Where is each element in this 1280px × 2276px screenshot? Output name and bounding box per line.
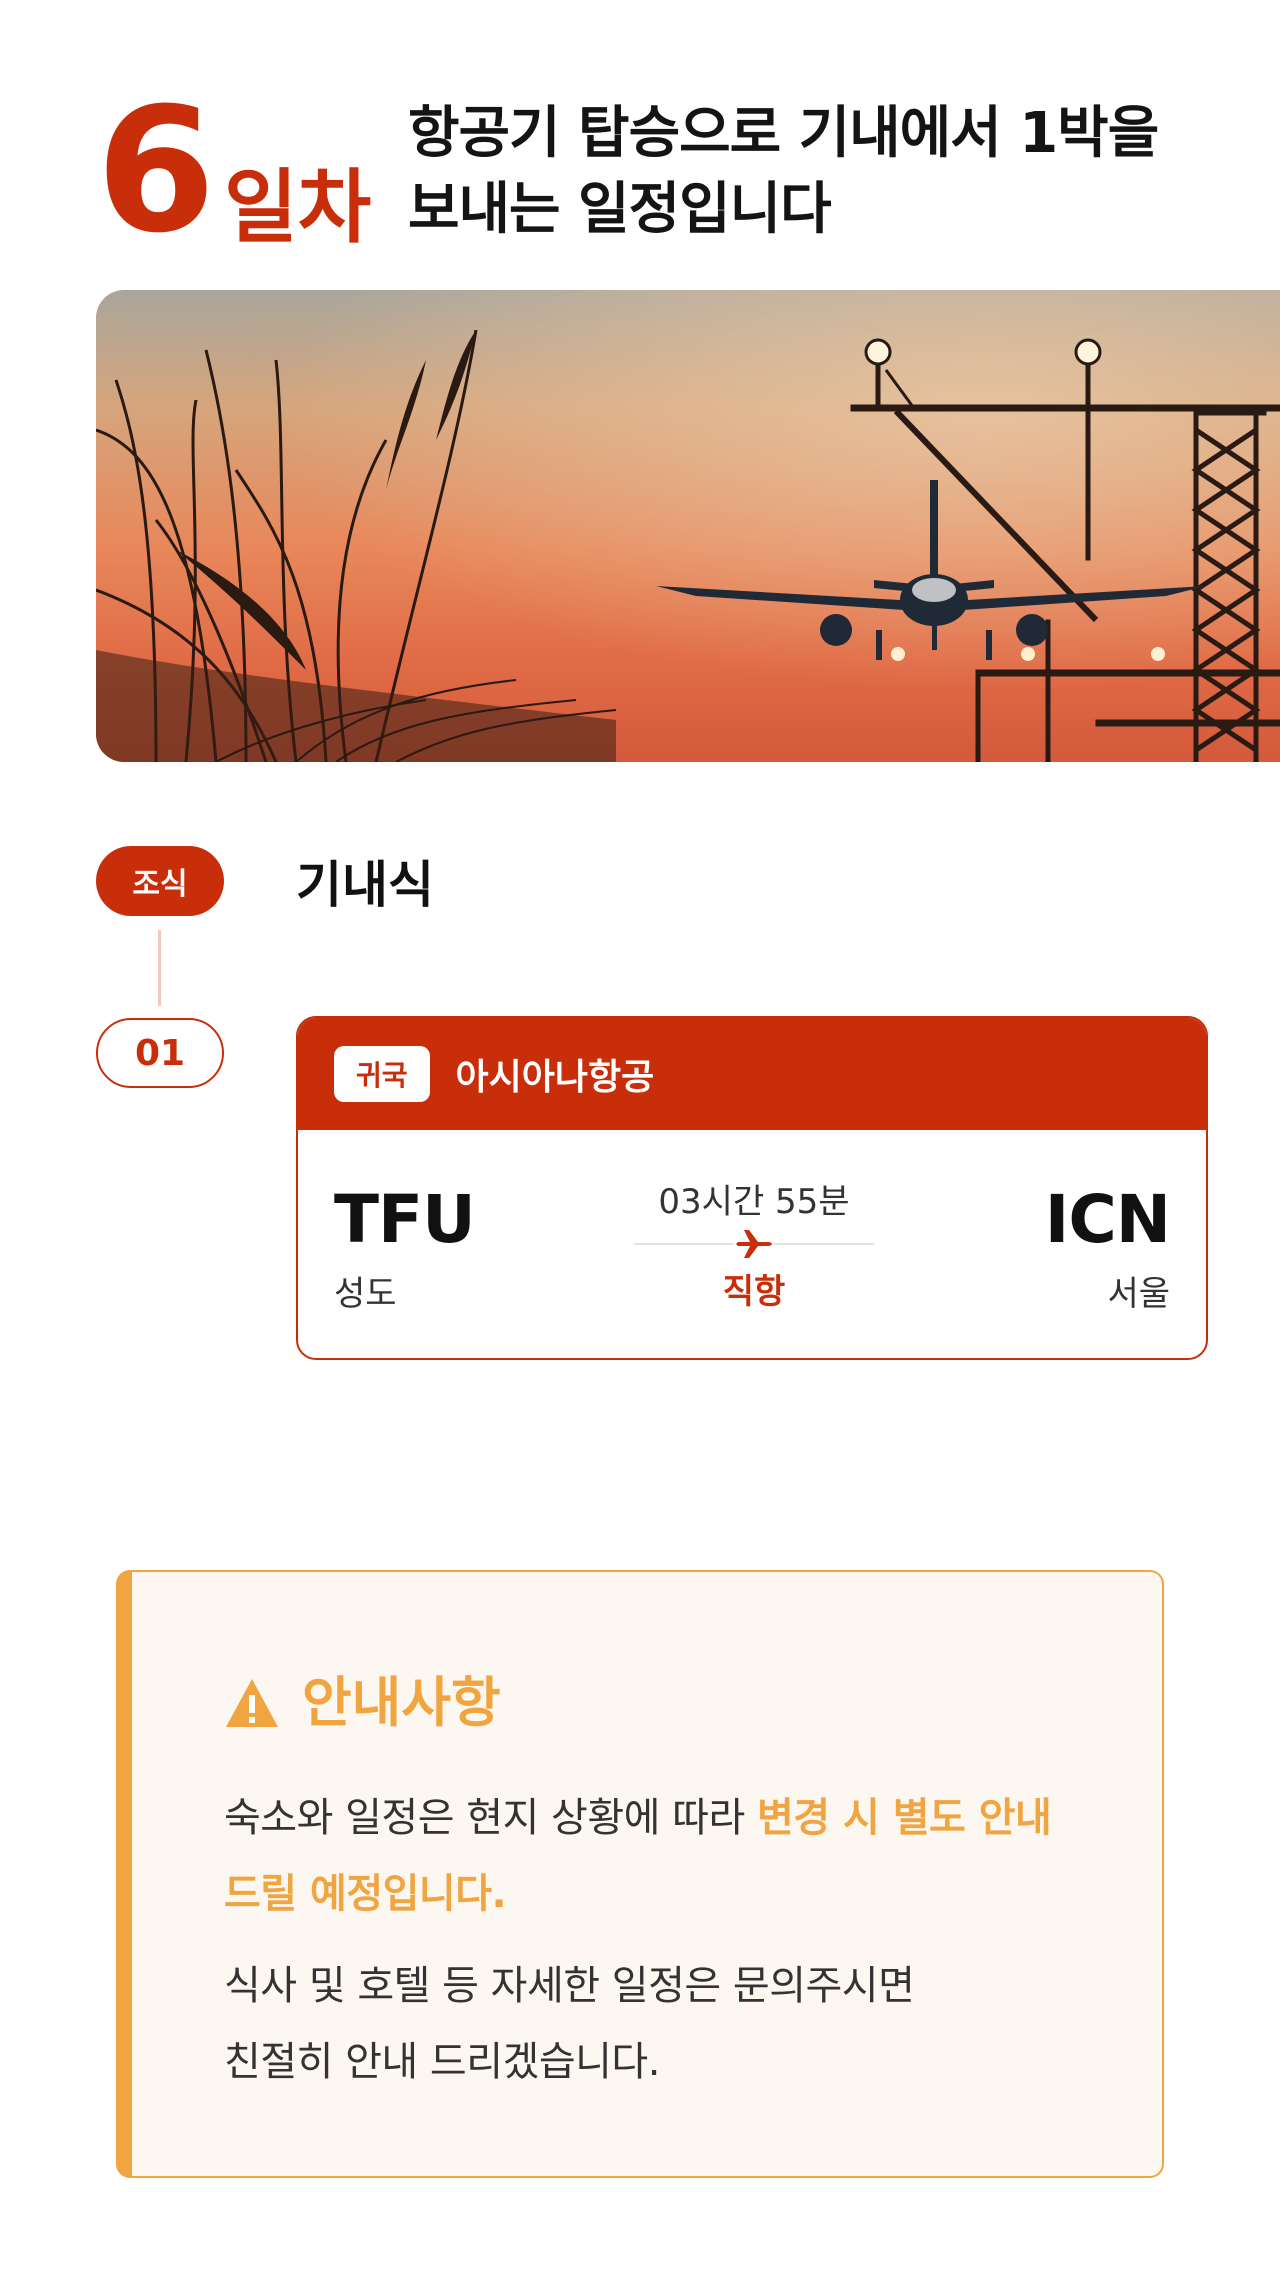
notice-line: 식사 및 호텔 등 자세한 일정은 문의주시면: [224, 1963, 915, 2009]
notice-line: 친절히 안내 드리겠습니다.: [224, 2039, 660, 2085]
flight-duration: 03시간 55분: [658, 1182, 850, 1222]
step-badge: 01: [96, 1018, 224, 1088]
arrival-city: 서울: [1107, 1274, 1170, 1314]
timeline-connector: [158, 930, 161, 1006]
notice-box: 안내사항 숙소와 일정은 현지 상황에 따라 변경 시 별도 안내 드릴 예정입…: [116, 1570, 1164, 2178]
airline-name: 아시아나항공: [455, 1057, 655, 1098]
notice-paragraph-1: 숙소와 일정은 현지 상황에 따라 변경 시 별도 안내 드릴 예정입니다.: [224, 1780, 1084, 1932]
departure-city: 성도: [334, 1274, 397, 1314]
notice-paragraph-2: 식사 및 호텔 등 자세한 일정은 문의주시면 친절히 안내 드리겠습니다.: [224, 1948, 1084, 2100]
day-suffix: 일차: [224, 161, 372, 254]
airplane-sunset-photo: [96, 290, 1280, 762]
notice-title-row: 안내사항: [224, 1668, 501, 1738]
arrival-code: ICN: [1044, 1181, 1171, 1258]
day-6-itinerary-page: 6 일차 항공기 탑승으로 기내에서 1박을 보내는 일정입니다 조식 기내식 …: [0, 0, 1280, 2276]
day-description: 항공기 탑승으로 기내에서 1박을 보내는 일정입니다: [408, 96, 1208, 248]
flight-card[interactable]: 귀국 아시아나항공 TFU 성도 03시간 55분 직항 ICN 서울: [296, 1016, 1208, 1360]
notice-title: 안내사항: [302, 1671, 501, 1734]
hero-image: [96, 290, 1280, 762]
airplane-icon: [734, 1224, 774, 1264]
day-description-line-1: 항공기 탑승으로 기내에서 1박을: [408, 101, 1159, 166]
flight-type: 직항: [722, 1272, 786, 1312]
return-tag: 귀국: [334, 1046, 430, 1102]
meal-title: 기내식: [296, 856, 434, 914]
warning-icon: [224, 1677, 280, 1729]
notice-text: 숙소와 일정은 현지 상황에 따라: [224, 1795, 757, 1841]
day-description-line-2: 보내는 일정입니다: [408, 177, 832, 242]
flight-card-header: 귀국 아시아나항공: [298, 1018, 1206, 1130]
departure-code: TFU: [334, 1181, 476, 1258]
airplane-icon-shape: [736, 1230, 772, 1258]
meal-badge: 조식: [96, 846, 224, 916]
day-number: 6: [96, 70, 216, 271]
day-header: 6 일차 항공기 탑승으로 기내에서 1박을 보내는 일정입니다: [96, 85, 1216, 262]
